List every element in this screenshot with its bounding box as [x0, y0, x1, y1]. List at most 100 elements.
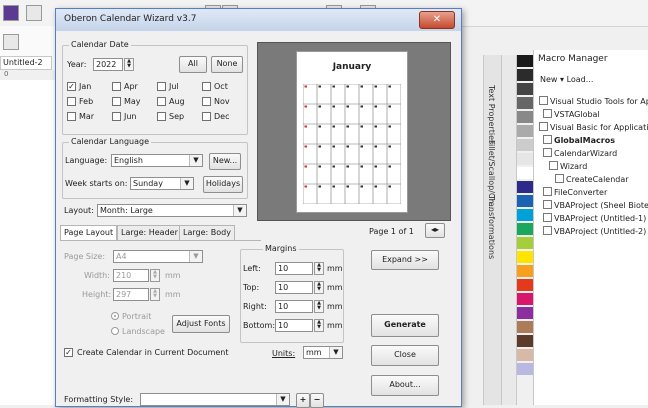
color-swatch[interactable] — [517, 223, 533, 235]
language-select[interactable]: English ▼ — [111, 154, 203, 167]
landscape-radio[interactable] — [111, 327, 119, 335]
year-spinner[interactable]: ▲ ▼ — [124, 58, 134, 71]
tree-item[interactable]: CreateCalendar — [555, 174, 629, 184]
document-tab[interactable]: Untitled-2 — [0, 56, 52, 70]
color-swatch[interactable] — [517, 153, 533, 165]
tree-item[interactable]: VSTAGlobal — [543, 109, 600, 119]
color-swatch[interactable] — [517, 251, 533, 263]
month-checkbox-oct[interactable] — [202, 82, 211, 91]
color-swatch[interactable] — [517, 265, 533, 277]
color-swatch[interactable] — [517, 279, 533, 291]
tree-item[interactable]: Visual Studio Tools for App — [539, 96, 648, 106]
select-all-button[interactable]: All — [179, 56, 207, 73]
week-start-select[interactable]: Sunday ▼ — [130, 177, 194, 190]
units-value: mm — [306, 348, 322, 357]
color-swatch[interactable] — [517, 139, 533, 151]
margin-spinner[interactable]: ▲ ▼ — [314, 319, 324, 332]
month-checkbox-dec[interactable] — [202, 112, 211, 121]
portrait-radio[interactable] — [111, 312, 119, 320]
docker-tab-text-properties[interactable]: Text Properties — [487, 85, 496, 144]
color-swatch[interactable] — [517, 55, 533, 67]
generate-button[interactable]: Generate — [371, 314, 439, 337]
dialog-titlebar[interactable]: Oberon Calendar Wizard v3.7 ✕ — [56, 9, 461, 31]
color-swatch[interactable] — [517, 321, 533, 333]
month-checkbox-jun[interactable] — [112, 112, 121, 121]
tree-item[interactable]: VBAProject (Untitled-2) — [543, 226, 646, 236]
month-checkbox-sep[interactable] — [157, 112, 166, 121]
expand-button[interactable]: Expand >> — [371, 250, 439, 270]
margin-spinner[interactable]: ▲ ▼ — [314, 300, 324, 313]
add-style-button[interactable]: + — [296, 393, 310, 408]
remove-style-button[interactable]: − — [310, 393, 324, 408]
year-input[interactable]: 2022 — [93, 58, 123, 71]
month-checkbox-jan[interactable]: ✓ — [67, 82, 76, 91]
module-icon — [543, 109, 552, 118]
layout-select[interactable]: Month: Large ▼ — [97, 204, 247, 217]
tree-item[interactable]: VBAProject (Sheel Biote — [543, 200, 648, 210]
formatting-style-select[interactable]: ▼ — [140, 393, 290, 406]
tree-item[interactable]: Wizard — [549, 161, 587, 171]
toolbar-icon[interactable] — [26, 5, 42, 21]
tree-item[interactable]: GlobalMacros — [543, 135, 615, 145]
width-input[interactable]: 210 — [113, 269, 149, 282]
month-checkbox-jul[interactable] — [157, 82, 166, 91]
tree-item-label: VBAProject (Untitled-2) — [554, 227, 647, 236]
color-swatch[interactable] — [517, 167, 533, 179]
color-swatch[interactable] — [517, 195, 533, 207]
tab-page-layout[interactable]: Page Layout — [60, 225, 118, 241]
close-icon[interactable]: ✕ — [419, 11, 455, 29]
margin-input[interactable]: 10 — [275, 300, 313, 313]
color-swatch[interactable] — [517, 307, 533, 319]
width-spinner[interactable]: ▲ ▼ — [150, 269, 160, 282]
day-number — [332, 145, 335, 148]
new-macro-button[interactable]: New — [540, 75, 557, 84]
month-checkbox-apr[interactable] — [112, 82, 121, 91]
margin-input[interactable]: 10 — [275, 262, 313, 275]
tree-item[interactable]: Visual Basic for Application — [539, 122, 648, 132]
color-swatch[interactable] — [517, 363, 533, 375]
tab-large-body[interactable]: Large: Body — [179, 225, 235, 240]
color-swatch[interactable] — [517, 111, 533, 123]
color-swatch[interactable] — [517, 69, 533, 81]
tool-icon[interactable] — [3, 34, 19, 50]
about-button[interactable]: About... — [371, 375, 439, 396]
color-swatch[interactable] — [517, 237, 533, 249]
month-checkbox-may[interactable] — [112, 97, 121, 106]
tab-large-header[interactable]: Large: Header — [117, 225, 182, 240]
page-nav-arrows[interactable]: ◂▸ — [425, 223, 445, 238]
height-input[interactable]: 297 — [113, 288, 149, 301]
new-language-button[interactable]: New... — [209, 153, 241, 170]
tree-item[interactable]: CalendarWizard — [543, 148, 617, 158]
units-select[interactable]: mm ▼ — [303, 346, 343, 359]
color-swatch[interactable] — [517, 97, 533, 109]
tree-item-label: CreateCalendar — [566, 175, 629, 184]
tree-item[interactable]: VBAProject (Untitled-1) — [543, 213, 646, 223]
month-checkbox-nov[interactable] — [202, 97, 211, 106]
margin-input[interactable]: 10 — [275, 319, 313, 332]
height-spinner[interactable]: ▲ ▼ — [150, 288, 160, 301]
color-swatch[interactable] — [517, 181, 533, 193]
color-palette[interactable] — [516, 55, 533, 405]
color-swatch[interactable] — [517, 335, 533, 347]
color-swatch[interactable] — [517, 209, 533, 221]
select-none-button[interactable]: None — [211, 56, 243, 73]
margin-spinner[interactable]: ▲ ▼ — [314, 262, 324, 275]
margin-input[interactable]: 10 — [275, 281, 313, 294]
color-swatch[interactable] — [517, 125, 533, 137]
holidays-button[interactable]: Holidays — [203, 176, 243, 193]
month-checkbox-feb[interactable] — [67, 97, 76, 106]
page-size-select[interactable]: A4 ▼ — [113, 250, 203, 263]
color-swatch[interactable] — [517, 349, 533, 361]
load-button[interactable]: Load... — [567, 75, 594, 84]
docker-tab-transformations[interactable]: Transformations — [487, 195, 496, 259]
adjust-fonts-button[interactable]: Adjust Fonts — [172, 315, 230, 333]
drawing-canvas[interactable] — [0, 80, 56, 405]
color-swatch[interactable] — [517, 293, 533, 305]
create-in-current-checkbox[interactable]: ✓ — [64, 348, 73, 357]
close-button[interactable]: Close — [371, 345, 439, 366]
tree-item[interactable]: FileConverter — [543, 187, 607, 197]
month-checkbox-aug[interactable] — [157, 97, 166, 106]
margin-spinner[interactable]: ▲ ▼ — [314, 281, 324, 294]
month-checkbox-mar[interactable] — [67, 112, 76, 121]
color-swatch[interactable] — [517, 83, 533, 95]
